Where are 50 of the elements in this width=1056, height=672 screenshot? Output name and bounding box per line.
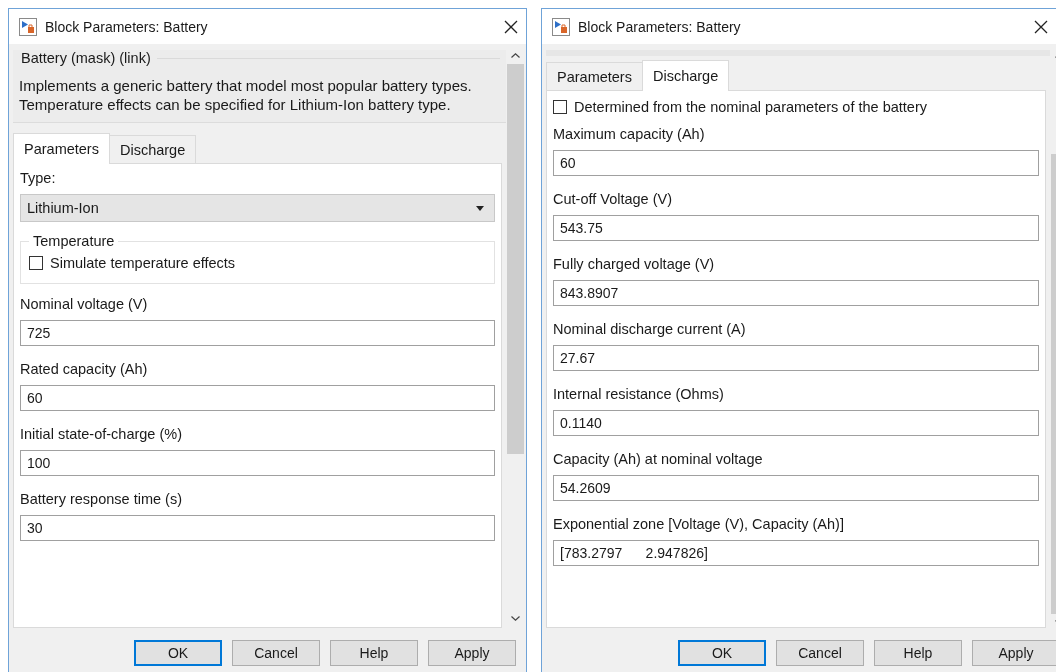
- dialog-button[interactable]: Apply: [428, 640, 516, 666]
- input-field[interactable]: 0.1140: [553, 410, 1039, 436]
- input-field[interactable]: 100: [20, 450, 495, 476]
- field-label: Internal resistance (Ohms): [553, 386, 725, 402]
- checkbox-label: Simulate temperature effects: [50, 255, 236, 271]
- input-field[interactable]: 543.75: [553, 215, 1039, 241]
- input-field[interactable]: 54.2609: [553, 475, 1039, 501]
- window-title: Block Parameters: Battery: [578, 18, 742, 35]
- dialog-button[interactable]: Apply: [972, 640, 1056, 666]
- tab[interactable]: Discharge: [641, 60, 730, 91]
- dialog-button[interactable]: Cancel: [232, 640, 320, 666]
- checkbox[interactable]: [29, 256, 43, 270]
- tab[interactable]: Parameters: [13, 133, 110, 164]
- block-icon: [19, 17, 37, 36]
- field-label: Maximum capacity (Ah): [553, 126, 706, 142]
- input-field[interactable]: 60: [553, 150, 1039, 176]
- dialog-button[interactable]: OK: [678, 640, 766, 666]
- field-label: Nominal voltage (V): [20, 296, 149, 312]
- window-title: Block Parameters: Battery: [45, 18, 209, 35]
- field-label: Nominal discharge current (A): [553, 321, 747, 337]
- input-field[interactable]: 60: [20, 385, 495, 411]
- dialog-button[interactable]: Cancel: [776, 640, 864, 666]
- caret-icon: [476, 205, 484, 211]
- checkbox[interactable]: [553, 100, 567, 114]
- tab[interactable]: Parameters: [546, 62, 643, 90]
- block-title: Battery (mask) (link): [20, 50, 152, 66]
- field-label: Type:: [20, 170, 57, 186]
- dialog-button[interactable]: Help: [330, 640, 418, 666]
- group-title: Temperature: [32, 233, 116, 249]
- close-icon: [1034, 19, 1048, 34]
- block-icon: [552, 17, 570, 36]
- field-label: Exponential zone [Voltage (V), Capacity (Ah)]: [553, 516, 845, 532]
- field-label: Rated capacity (Ah): [20, 361, 149, 377]
- field-label: Initial state-of-charge (%): [20, 426, 183, 442]
- dropdown[interactable]: Lithium-Ion: [20, 194, 495, 222]
- input-field[interactable]: 843.8907: [553, 280, 1039, 306]
- field-label: Battery response time (s): [20, 491, 183, 507]
- checkbox-label: Determined from the nominal parameters of the battery: [574, 99, 927, 115]
- field-label: Fully charged voltage (V): [553, 256, 716, 272]
- block-description: Implements a generic battery that model most popular battery types. Temperature effects can be specified for Lithium-Ion battery type.: [19, 76, 473, 114]
- field-label: Capacity (Ah) at nominal voltage: [553, 451, 764, 467]
- input-field[interactable]: 30: [20, 515, 495, 541]
- tab[interactable]: Discharge: [108, 135, 197, 163]
- input-field[interactable]: [783.2797 2.947826]: [553, 540, 1039, 566]
- dialog-button[interactable]: OK: [134, 640, 222, 666]
- close-icon: [504, 19, 518, 34]
- dialog-button[interactable]: Help: [874, 640, 962, 666]
- input-field[interactable]: 27.67: [553, 345, 1039, 371]
- field-label: Cut-off Voltage (V): [553, 191, 674, 207]
- input-field[interactable]: 725: [20, 320, 495, 346]
